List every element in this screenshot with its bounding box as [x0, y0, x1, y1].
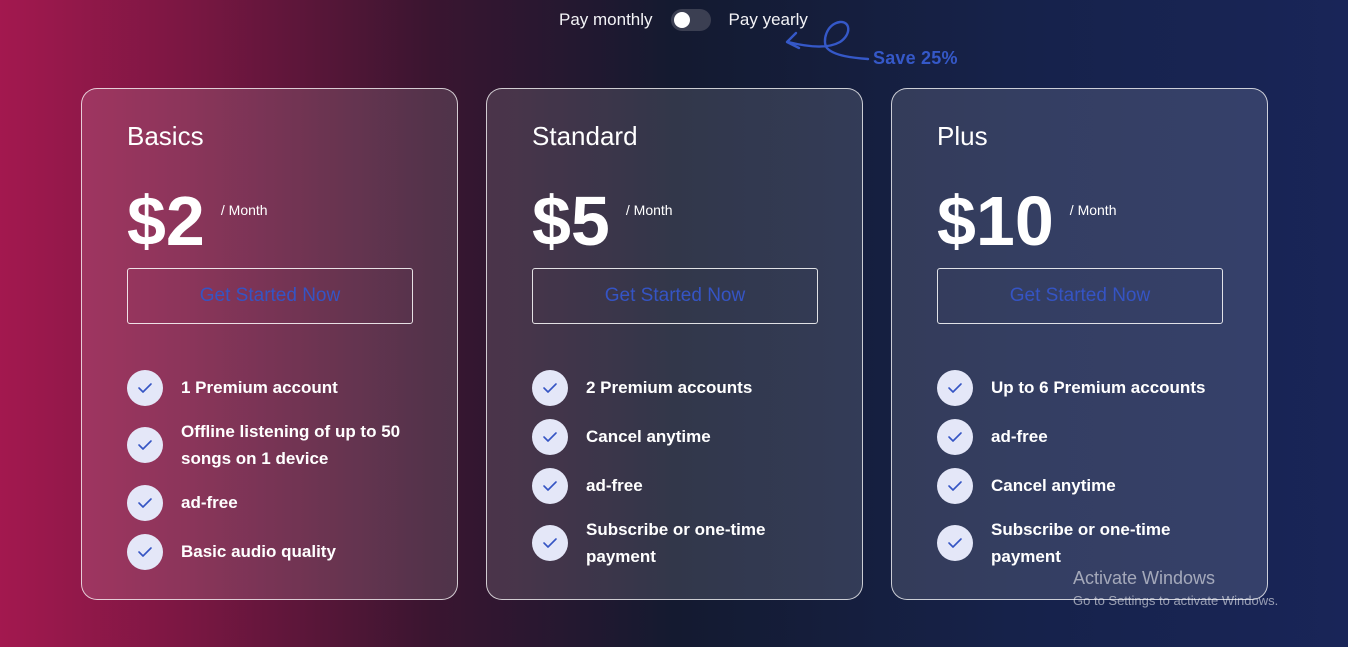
plan-price: $10 / Month	[937, 181, 1117, 261]
feature-text: Basic audio quality	[181, 542, 336, 561]
plan-price: $5 / Month	[532, 181, 673, 261]
price-period: / Month	[625, 202, 673, 218]
plan-card-plus: Plus $10 / Month Get Started Now Up to 6…	[891, 88, 1268, 600]
check-icon	[127, 427, 163, 463]
feature-text: ad-free	[181, 493, 238, 512]
feature-list: 2 Premium accounts Cancel anytime ad-fre…	[532, 369, 832, 582]
check-icon	[937, 418, 973, 455]
billing-toggle: Pay monthly Pay yearly	[559, 8, 808, 32]
plan-price: $2 / Month	[127, 181, 268, 261]
check-icon	[937, 369, 973, 406]
price-amount: $10	[937, 182, 1054, 260]
feature-item: Offline listening of up to 50 songs on 1…	[127, 418, 427, 472]
plan-name: Plus	[937, 121, 988, 151]
save-badge: Save 25%	[873, 48, 958, 68]
get-started-button[interactable]: Get Started Now	[532, 268, 818, 324]
feature-item: Subscribe or one-time payment	[937, 516, 1237, 570]
feature-item: Up to 6 Premium accounts	[937, 369, 1237, 406]
check-icon	[937, 525, 973, 561]
feature-text: Cancel anytime	[991, 476, 1116, 495]
get-started-button[interactable]: Get Started Now	[127, 268, 413, 324]
plan-card-basics: Basics $2 / Month Get Started Now 1 Prem…	[81, 88, 458, 600]
plan-name: Standard	[532, 121, 638, 151]
plan-card-standard: Standard $5 / Month Get Started Now 2 Pr…	[486, 88, 863, 600]
feature-list: 1 Premium account Offline listening of u…	[127, 369, 427, 582]
feature-item: 1 Premium account	[127, 369, 427, 406]
check-icon	[127, 533, 163, 570]
check-icon	[532, 525, 568, 561]
feature-item: Basic audio quality	[127, 533, 427, 570]
feature-item: ad-free	[532, 467, 832, 504]
watermark-title: Activate Windows	[1073, 568, 1216, 588]
price-period: / Month	[220, 202, 268, 218]
check-icon	[532, 418, 568, 455]
price-amount: $2	[127, 182, 205, 260]
feature-item: Cancel anytime	[937, 467, 1237, 504]
feature-item: 2 Premium accounts	[532, 369, 832, 406]
feature-list: Up to 6 Premium accounts ad-free Cancel …	[937, 369, 1237, 582]
get-started-button[interactable]: Get Started Now	[937, 268, 1223, 324]
check-icon	[532, 369, 568, 406]
curly-arrow-icon	[785, 20, 870, 61]
feature-text: Offline listening of up to 50 songs on 1…	[181, 422, 401, 468]
feature-text: Cancel anytime	[586, 427, 711, 446]
check-icon	[127, 484, 163, 521]
feature-text: ad-free	[991, 427, 1048, 446]
price-amount: $5	[532, 182, 610, 260]
feature-text: Up to 6 Premium accounts	[991, 378, 1206, 397]
feature-text: 1 Premium account	[181, 378, 338, 397]
check-icon	[127, 369, 163, 406]
check-icon	[937, 467, 973, 504]
feature-item: ad-free	[937, 418, 1237, 455]
feature-text: ad-free	[586, 476, 643, 495]
pay-monthly-label[interactable]: Pay monthly	[559, 10, 653, 30]
price-period: / Month	[1069, 202, 1117, 218]
watermark-subtitle: Go to Settings to activate Windows.	[1073, 593, 1279, 608]
feature-item: Subscribe or one-time payment	[532, 516, 832, 570]
activate-windows-watermark: Activate Windows Go to Settings to activ…	[1073, 568, 1278, 608]
feature-text: Subscribe or one-time payment	[991, 520, 1171, 566]
check-icon	[532, 467, 568, 504]
feature-text: Subscribe or one-time payment	[586, 520, 766, 566]
feature-text: 2 Premium accounts	[586, 378, 753, 397]
plan-name: Basics	[127, 121, 204, 151]
feature-item: Cancel anytime	[532, 418, 832, 455]
feature-item: ad-free	[127, 484, 427, 521]
switch-knob	[673, 12, 690, 28]
billing-switch[interactable]	[670, 9, 711, 31]
